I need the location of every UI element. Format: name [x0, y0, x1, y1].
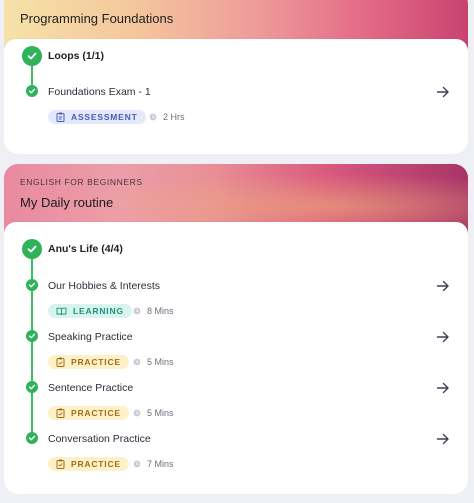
duration-label: 8 Mins [147, 306, 174, 316]
section-panel: Loops (1/1) Foundations Exam - 1 ASSESSM… [4, 39, 468, 154]
clipboard-icon [56, 408, 65, 418]
progress-line [31, 248, 33, 439]
arrow-right-icon[interactable] [435, 431, 451, 447]
clock-icon [149, 113, 157, 121]
item-title: Foundations Exam - 1 [48, 86, 151, 98]
arrow-right-icon[interactable] [435, 84, 451, 100]
item-complete-check-icon [26, 279, 38, 291]
assessment-badge: ASSESSMENT [48, 110, 146, 124]
clock-icon [133, 358, 141, 366]
section-complete-check-icon [22, 46, 42, 66]
course-title: My Daily routine [20, 195, 114, 210]
duration: 7 Mins [133, 459, 174, 469]
course-card-my-daily-routine: ENGLISH FOR BEGINNERS My Daily routine A… [4, 164, 468, 494]
item-complete-check-icon [26, 330, 38, 342]
arrow-right-icon[interactable] [435, 278, 451, 294]
item-complete-check-icon [26, 432, 38, 444]
duration-label: 5 Mins [147, 357, 174, 367]
section-complete-check-icon [22, 239, 42, 259]
clock-icon [133, 460, 141, 468]
item-title: Conversation Practice [48, 433, 151, 445]
duration-label: 5 Mins [147, 408, 174, 418]
practice-badge: PRACTICE [48, 355, 129, 369]
learning-badge: LEARNING [48, 304, 132, 318]
badge-label: PRACTICE [71, 459, 121, 469]
duration-label: 2 Hrs [163, 112, 185, 122]
section-panel: Anu's Life (4/4) Our Hobbies & Interests… [4, 222, 468, 494]
clipboard-icon [56, 357, 65, 367]
item-complete-check-icon [26, 381, 38, 393]
duration: 5 Mins [133, 408, 174, 418]
section-title: Anu's Life (4/4) [48, 243, 123, 255]
item-title: Speaking Practice [48, 331, 133, 343]
book-icon [56, 307, 67, 315]
clipboard-icon [56, 459, 65, 469]
course-card-programming-foundations: Programming Foundations Loops (1/1) Foun… [4, 0, 468, 154]
practice-badge: PRACTICE [48, 406, 129, 420]
badge-label: LEARNING [73, 306, 124, 316]
item-complete-check-icon [26, 85, 38, 97]
badge-label: PRACTICE [71, 357, 121, 367]
course-title: Programming Foundations [20, 11, 174, 26]
badge-label: PRACTICE [71, 408, 121, 418]
duration: 8 Mins [133, 306, 174, 316]
practice-badge: PRACTICE [48, 457, 129, 471]
item-title: Sentence Practice [48, 382, 134, 394]
badge-label: ASSESSMENT [71, 112, 138, 122]
duration: 2 Hrs [149, 112, 185, 122]
course-eyebrow: ENGLISH FOR BEGINNERS [20, 177, 143, 187]
clock-icon [133, 409, 141, 417]
section-title: Loops (1/1) [48, 50, 105, 62]
duration: 5 Mins [133, 357, 174, 367]
clock-icon [133, 307, 141, 315]
clipboard-icon [56, 112, 65, 122]
duration-label: 7 Mins [147, 459, 174, 469]
arrow-right-icon[interactable] [435, 329, 451, 345]
item-title: Our Hobbies & Interests [48, 280, 161, 292]
arrow-right-icon[interactable] [435, 380, 451, 396]
